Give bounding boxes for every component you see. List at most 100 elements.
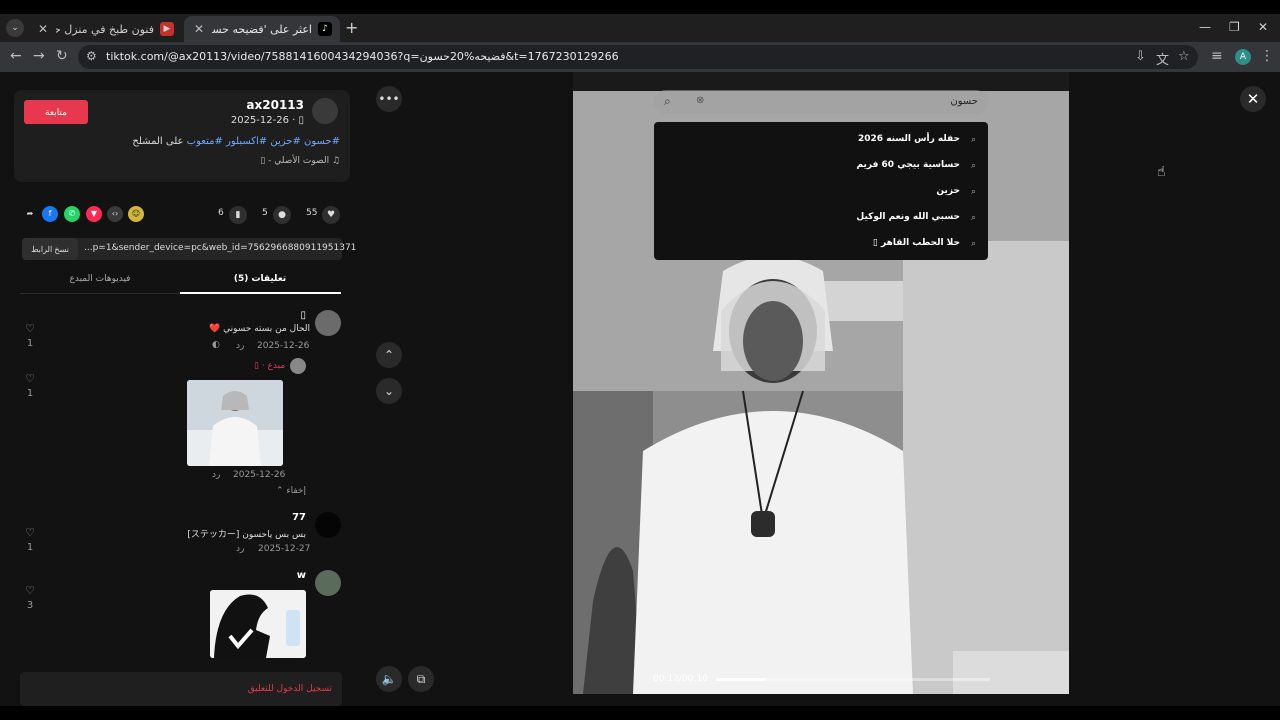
- next-video-icon[interactable]: ⌄: [376, 378, 402, 404]
- comment-like-icon[interactable]: ♡: [20, 526, 40, 539]
- search-query[interactable]: حسون: [950, 96, 978, 107]
- suggestion-item[interactable]: حساسية بيجي 60 فريم: [856, 160, 960, 170]
- bookmark-icon[interactable]: ▮: [229, 206, 247, 224]
- share-icon[interactable]: ➦: [22, 206, 38, 222]
- comment-like-count: 3: [26, 600, 34, 611]
- tab-title: اعثر على 'فضيحه حسون' علـ: [212, 22, 312, 36]
- comments-count: 5: [262, 208, 268, 218]
- tab-creator-videos[interactable]: فيديوهات المبدع: [20, 274, 180, 284]
- comment-image[interactable]: [210, 590, 306, 658]
- reload-icon[interactable]: ↻: [56, 48, 68, 64]
- clear-search-icon[interactable]: ⊗: [696, 95, 704, 106]
- creator-avatar: [290, 358, 306, 374]
- translate-icon[interactable]: 文: [1156, 49, 1169, 68]
- reply-link[interactable]: رد: [236, 341, 244, 351]
- comment-date: 2025-12-26: [257, 341, 310, 351]
- minimize-icon[interactable]: —: [1199, 20, 1211, 34]
- hide-replies-link[interactable]: ⌃ إخفاء: [276, 486, 306, 496]
- volume-icon[interactable]: 🔈: [376, 666, 402, 692]
- tab-comments[interactable]: (5) تعليقات: [180, 274, 340, 284]
- search-suggestions-dropdown: ⌕ حفله رأس السنه 2026 ⌕ حساسية بيجي 60 ف…: [654, 122, 988, 260]
- search-icon: ⌕: [970, 187, 976, 197]
- close-tab-icon[interactable]: ✕: [36, 22, 50, 36]
- comment-like-icon[interactable]: ♡: [20, 584, 40, 597]
- comment-like-count: 1: [26, 338, 34, 349]
- post-caption: #حسون #حزين #اكسبلور #متعوب على المشلح: [132, 136, 340, 147]
- reply-link[interactable]: رد: [236, 544, 244, 554]
- tab-active[interactable]: ♪ اعثر على 'فضيحه حسون' علـ ✕: [184, 16, 340, 42]
- tab-strip: ⌄ ▶ فنون طبخ في منزل حسين البارقي ✕ ♪ اع…: [0, 14, 1280, 42]
- bookmark-star-icon[interactable]: ☆: [1178, 49, 1190, 64]
- picture-in-picture-icon[interactable]: ⧉: [408, 666, 434, 692]
- author-card: متابعة ax20113 2025-12-26 · ▯ #حسون #حزي…: [14, 90, 350, 182]
- emoji-icon[interactable]: ☺: [128, 206, 144, 222]
- commenter-avatar[interactable]: [315, 310, 341, 336]
- reply-link[interactable]: رد: [212, 470, 220, 480]
- install-icon[interactable]: ⇩: [1135, 49, 1146, 64]
- video-timecode: 00:12/00:10: [653, 674, 708, 684]
- tab-inactive[interactable]: ▶ فنون طبخ في منزل حسين البارقي ✕: [28, 16, 182, 42]
- comments-list: ▯ الحال من بسته حسوني ❤️ 2025-12-26 رد ◐…: [0, 304, 362, 658]
- suggestion-item[interactable]: حزين: [936, 186, 960, 196]
- search-icon: ⌕: [970, 135, 976, 145]
- address-bar[interactable]: ⚙ tiktok.com/@ax20113/video/758814160043…: [78, 45, 1198, 69]
- caption-hashtags[interactable]: #حسون #حزين #اكسبلور #متعوب: [187, 136, 340, 147]
- close-tab-icon[interactable]: ✕: [192, 22, 206, 36]
- comment-date: 2025-12-27: [258, 544, 311, 554]
- sound-label[interactable]: ♫ الصوت الأصلي - ▯: [260, 156, 340, 166]
- author-avatar[interactable]: [312, 98, 338, 124]
- commenter-name[interactable]: ▯: [300, 310, 306, 321]
- media-icon[interactable]: ≡: [1211, 48, 1223, 64]
- comment-icon[interactable]: ●: [273, 206, 291, 224]
- url-text: tiktok.com/@ax20113/video/75881416004342…: [106, 50, 619, 63]
- comment-image[interactable]: [187, 380, 283, 466]
- search-icon[interactable]: ⌕: [664, 94, 671, 109]
- facebook-icon[interactable]: f: [42, 206, 58, 222]
- youtube-icon: ▶: [160, 22, 174, 36]
- post-details-panel: متابعة ax20113 2025-12-26 · ▯ #حسون #حزي…: [0, 72, 362, 706]
- new-tab-button[interactable]: +: [345, 18, 358, 37]
- chevron-up-icon: ⌃: [276, 486, 287, 496]
- previous-video-icon[interactable]: ⌃: [376, 342, 402, 368]
- search-bar[interactable]: ⌕ ⊗ حسون: [654, 90, 988, 114]
- search-icon: ⌕: [970, 239, 976, 249]
- copy-link-button[interactable]: نسخ الرابط: [22, 238, 78, 260]
- browser-window: ⌄ ▶ فنون طبخ في منزل حسين البارقي ✕ ♪ اع…: [0, 14, 1280, 706]
- close-window-icon[interactable]: ✕: [1258, 20, 1268, 34]
- search-icon: ⌕: [970, 213, 976, 223]
- comment-login-box[interactable]: تسجيل الدخول للتعليق: [20, 672, 342, 706]
- comment-like-icon[interactable]: ♡: [20, 372, 40, 385]
- author-name[interactable]: ax20113: [246, 98, 304, 112]
- close-video-button[interactable]: ✕: [1240, 86, 1266, 112]
- restore-icon[interactable]: ❐: [1229, 20, 1240, 34]
- comment-like-icon[interactable]: ♡: [20, 322, 40, 335]
- commenter-avatar[interactable]: [315, 512, 341, 538]
- whatsapp-icon[interactable]: ✆: [64, 206, 80, 222]
- forward-icon[interactable]: →: [33, 48, 45, 64]
- follow-button[interactable]: متابعة: [24, 100, 88, 124]
- suggestion-item[interactable]: حلا الحطب القاهر ▯: [873, 238, 960, 248]
- tab-search-icon[interactable]: ⌄: [6, 19, 24, 37]
- commenter-name[interactable]: w: [297, 570, 306, 581]
- video-progress-bar[interactable]: [716, 678, 990, 681]
- embed-icon[interactable]: ‹›: [107, 206, 123, 222]
- menu-icon[interactable]: ⋮: [1260, 48, 1274, 64]
- more-options-icon[interactable]: •••: [376, 86, 402, 112]
- share-link-text[interactable]: ...p=1&sender_device=pc&web_id=756296688…: [84, 243, 356, 253]
- comment-like-count: 1: [26, 542, 34, 553]
- commenter-avatar[interactable]: [315, 570, 341, 596]
- comment-text: بس بس ياحسون [ステッカー]: [187, 530, 306, 540]
- login-to-comment-link[interactable]: تسجيل الدخول للتعليق: [248, 684, 332, 694]
- site-info-icon[interactable]: ⚙: [86, 49, 97, 63]
- back-icon[interactable]: ←: [10, 48, 22, 64]
- video-progress-fill: [716, 678, 766, 681]
- commenter-name[interactable]: 77: [292, 512, 306, 523]
- active-tab-underline: [180, 292, 341, 294]
- heart-icon[interactable]: ♥: [322, 206, 340, 224]
- suggestion-item[interactable]: حفله رأس السنه 2026: [858, 134, 960, 144]
- suggestion-item[interactable]: حسبي الله ونعم الوكيل: [856, 212, 960, 222]
- repost-icon[interactable]: ▼: [86, 206, 102, 222]
- tiktok-icon: ♪: [318, 22, 332, 36]
- profile-avatar[interactable]: A: [1235, 49, 1251, 65]
- address-toolbar: ← → ↻ ⚙ tiktok.com/@ax20113/video/758814…: [0, 42, 1280, 72]
